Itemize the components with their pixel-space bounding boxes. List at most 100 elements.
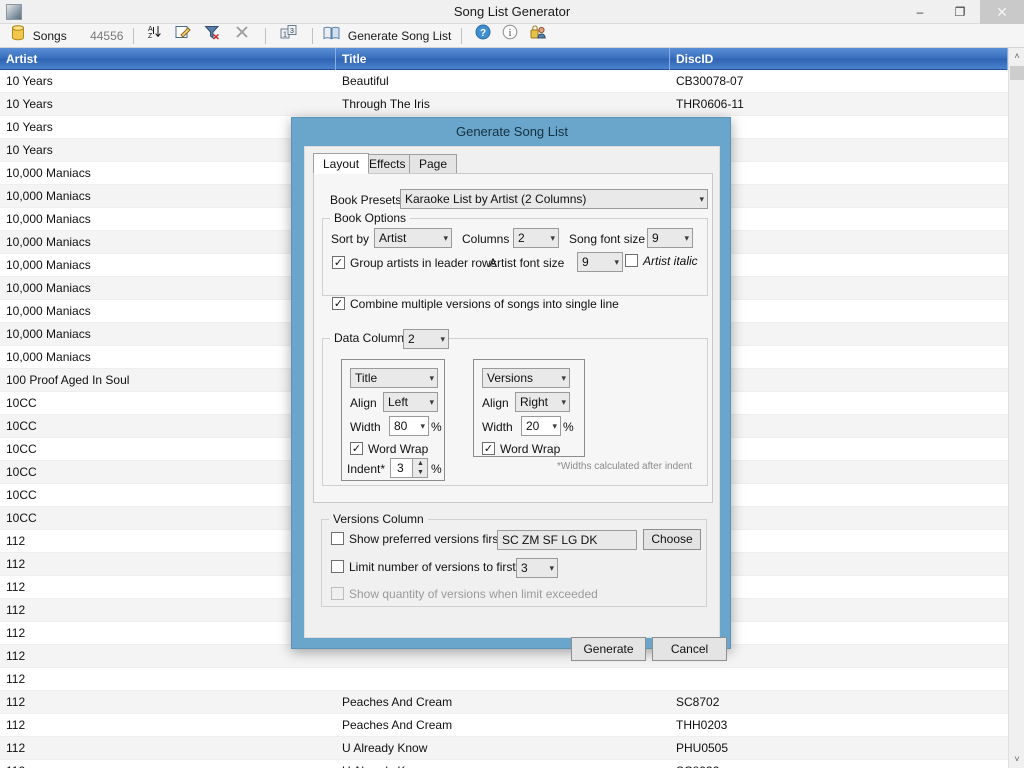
database-icon bbox=[11, 25, 25, 49]
table-cell: Through The Iris bbox=[342, 97, 430, 111]
column-1-field-value: Title bbox=[355, 371, 378, 385]
dialog-title: Generate Song List bbox=[455, 124, 569, 139]
svg-text:Z: Z bbox=[148, 33, 153, 40]
clear-filter-button[interactable] bbox=[200, 24, 226, 48]
minimize-button[interactable]: – bbox=[900, 0, 940, 24]
chevron-down-icon: ▾ bbox=[549, 563, 554, 573]
scroll-down-arrow-icon[interactable]: ˅ bbox=[1009, 751, 1024, 768]
tab-layout[interactable]: Layout bbox=[313, 153, 370, 174]
table-cell: 10CC bbox=[6, 442, 37, 456]
table-row[interactable]: 112U Already KnowSC8932 bbox=[0, 760, 1008, 768]
column-1-align-combo[interactable]: Left ▾ bbox=[383, 392, 438, 412]
column-2-width-combo[interactable]: 20 ▾ bbox=[521, 416, 561, 436]
stepper-up-icon[interactable]: ▲ bbox=[413, 459, 427, 468]
table-cell: SC8932 bbox=[670, 760, 1008, 768]
column-header-discid[interactable]: DiscID bbox=[670, 48, 1008, 70]
numbering-button[interactable]: 1 3 bbox=[275, 24, 303, 48]
limit-versions-combo[interactable]: 3 ▾ bbox=[516, 558, 558, 578]
sort-by-combo[interactable]: Artist ▾ bbox=[374, 228, 452, 248]
dialog-body: Layout Effects Page Book Presets Karaoke… bbox=[304, 146, 727, 661]
checkbox-box bbox=[625, 254, 638, 267]
table-cell bbox=[670, 668, 1008, 691]
table-cell: 10 Years bbox=[6, 120, 53, 134]
chevron-down-icon: ▾ bbox=[440, 334, 445, 344]
column-header-title[interactable]: Title bbox=[336, 48, 670, 70]
generate-song-list-button[interactable]: Generate Song List bbox=[323, 24, 451, 48]
data-columns-combo[interactable]: 2 ▾ bbox=[403, 329, 449, 349]
preferred-versions-input[interactable]: SC ZM SF LG DK bbox=[497, 530, 637, 550]
column-2-align-label: Align bbox=[482, 396, 509, 410]
cancel-button[interactable]: Cancel bbox=[652, 637, 727, 661]
column-1-indent-label: Indent* bbox=[347, 462, 386, 476]
stepper-buttons[interactable]: ▲ ▼ bbox=[412, 459, 427, 477]
user-security-button[interactable] bbox=[526, 24, 550, 48]
column-1-width-combo[interactable]: 80 ▾ bbox=[389, 416, 429, 436]
main-toolbar: Songs 44556 A Z 1 3 Generate Song List ?… bbox=[0, 24, 1024, 48]
svg-text:i: i bbox=[509, 28, 512, 39]
sort-az-button[interactable]: A Z bbox=[143, 24, 167, 48]
checkbox-box: ✓ bbox=[332, 256, 345, 269]
column-1-field-combo[interactable]: Title ▾ bbox=[350, 368, 438, 388]
table-cell: 112 bbox=[6, 626, 26, 640]
choose-button[interactable]: Choose bbox=[643, 529, 701, 550]
column-1-indent-stepper[interactable]: 3 ▲ ▼ bbox=[390, 458, 428, 478]
column-2-field-value: Versions bbox=[487, 371, 534, 385]
song-font-size-value: 9 bbox=[652, 231, 659, 245]
table-cell: Beautiful bbox=[342, 74, 389, 88]
table-cell: U Already Know bbox=[342, 741, 428, 755]
chevron-down-icon: ▾ bbox=[552, 421, 557, 431]
table-row[interactable]: 112 Peaches And Cream SC8702 bbox=[0, 691, 1008, 714]
table-cell: 10,000 Maniacs bbox=[6, 189, 91, 203]
table-row[interactable]: 112 bbox=[0, 668, 1008, 691]
user-lock-icon bbox=[530, 25, 546, 39]
table-cell: 112 bbox=[6, 580, 26, 594]
songs-label: Songs bbox=[32, 29, 67, 43]
chevron-down-icon: ▾ bbox=[443, 233, 448, 243]
info-button[interactable]: i bbox=[498, 24, 522, 48]
vertical-scrollbar[interactable]: ˄ ˅ bbox=[1008, 48, 1024, 768]
column-header-artist[interactable]: Artist bbox=[0, 48, 336, 70]
songs-table-button[interactable]: Songs bbox=[11, 24, 70, 48]
table-cell: 112 bbox=[6, 534, 26, 548]
generate-button[interactable]: Generate bbox=[571, 637, 646, 661]
columns-label: Columns bbox=[462, 232, 510, 246]
column-1-align-label: Align bbox=[350, 396, 377, 410]
data-column-panel-2: Versions ▾ Align Right ▾ Width 20 ▾ % ✓ … bbox=[473, 359, 585, 457]
song-font-size-combo[interactable]: 9 ▾ bbox=[647, 228, 693, 248]
filter-clear-icon bbox=[204, 26, 220, 40]
tab-page[interactable]: Page bbox=[409, 154, 458, 174]
table-cell: 10,000 Maniacs bbox=[6, 350, 91, 364]
preferred-versions-value: SC ZM SF LG DK bbox=[502, 533, 598, 547]
column-2-align-combo[interactable]: Right ▾ bbox=[515, 392, 570, 412]
table-cell: Peaches And Cream bbox=[342, 718, 453, 732]
edit-button[interactable] bbox=[170, 24, 196, 48]
stepper-down-icon[interactable]: ▼ bbox=[413, 468, 427, 477]
table-row[interactable]: 112 Peaches And Cream THH0203 bbox=[0, 714, 1008, 737]
scroll-up-arrow-icon[interactable]: ˄ bbox=[1009, 48, 1024, 65]
info-icon: i bbox=[503, 24, 518, 40]
help-icon: ? bbox=[475, 24, 491, 40]
table-cell: 112 bbox=[6, 557, 26, 571]
column-2-field-combo[interactable]: Versions ▾ bbox=[482, 368, 570, 388]
table-row[interactable]: 112 U Already Know PHU0505 bbox=[0, 737, 1008, 760]
table-row[interactable]: 10 Years Beautiful CB30078-07 bbox=[0, 70, 1008, 93]
table-row[interactable]: 10 Years Through The Iris THR0606-11 bbox=[0, 93, 1008, 116]
maximize-button[interactable]: ❐ bbox=[940, 0, 980, 24]
artist-font-size-combo[interactable]: 9 ▾ bbox=[577, 252, 623, 272]
book-presets-value: Karaoke List by Artist (2 Columns) bbox=[405, 192, 587, 206]
layout-tab-panel: Book Presets Karaoke List by Artist (2 C… bbox=[313, 173, 713, 503]
column-1-width-value: 80 bbox=[394, 419, 408, 433]
columns-value: 2 bbox=[518, 231, 525, 245]
close-button[interactable]: ✕ bbox=[980, 0, 1024, 24]
table-cell: 10CC bbox=[6, 419, 37, 433]
columns-combo[interactable]: 2 ▾ bbox=[513, 228, 559, 248]
help-button[interactable]: ? bbox=[471, 24, 495, 48]
column-1-indent-value: 3 bbox=[397, 461, 404, 475]
dialog-tabstrip: Layout Effects Page bbox=[313, 153, 713, 174]
delete-button[interactable] bbox=[229, 24, 255, 48]
book-presets-combo[interactable]: Karaoke List by Artist (2 Columns) ▾ bbox=[400, 189, 708, 209]
checkbox-box: ✓ bbox=[332, 297, 345, 310]
table-cell: 10 Years bbox=[6, 74, 53, 88]
scrollbar-thumb[interactable] bbox=[1010, 66, 1024, 80]
artist-italic-label: Artist italic bbox=[643, 254, 698, 268]
